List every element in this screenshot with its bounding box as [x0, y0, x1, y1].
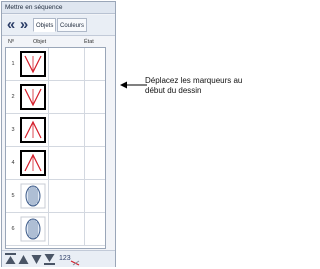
- double-chevron-left-icon[interactable]: «: [4, 16, 18, 33]
- satin-v-up-icon: [20, 150, 46, 176]
- row-state-cell: [84, 48, 105, 80]
- column-header-number: Nº: [8, 39, 14, 45]
- row-separator: [48, 213, 49, 245]
- sequence-list: 1 2 3 4 5 6: [5, 47, 106, 249]
- row-state-cell: [84, 213, 105, 245]
- tab-couleurs[interactable]: Couleurs: [57, 18, 88, 32]
- row-state-cell: [84, 180, 105, 212]
- row-number: 3: [11, 127, 15, 133]
- list-item[interactable]: 3: [6, 114, 105, 147]
- move-to-bottom-icon[interactable]: [44, 253, 55, 265]
- callout-arrow-icon: [120, 81, 147, 89]
- move-up-icon[interactable]: [18, 253, 29, 265]
- row-number: 1: [11, 61, 15, 67]
- column-headers: Nº Objet État: [2, 37, 115, 47]
- row-state-cell: [84, 81, 105, 113]
- row-number: 2: [11, 94, 15, 100]
- callout-text: Déplacez les marqueurs au début du dessi…: [145, 76, 243, 95]
- row-separator: [48, 180, 49, 212]
- bottom-toolbar: 123: [2, 250, 115, 267]
- list-item[interactable]: 4: [6, 147, 105, 180]
- satin-v-up-icon: [20, 117, 46, 143]
- list-item[interactable]: 1: [6, 48, 105, 81]
- row-number: 5: [11, 193, 15, 199]
- list-item[interactable]: 6: [6, 213, 105, 246]
- move-to-top-icon[interactable]: [5, 253, 16, 265]
- column-header-object: Objet: [33, 39, 47, 45]
- sequence-panel: Mettre en séquence « » Objets Couleurs N…: [1, 1, 116, 267]
- list-scrollbar[interactable]: [106, 47, 114, 247]
- list-item[interactable]: 2: [6, 81, 105, 114]
- row-state-cell: [84, 147, 105, 179]
- row-separator: [48, 147, 49, 179]
- satin-v-down-icon: [20, 84, 46, 110]
- fill-oval-icon: [20, 183, 46, 209]
- row-state-cell: [84, 114, 105, 146]
- column-header-state: État: [84, 39, 94, 45]
- renumber-icon[interactable]: 123: [59, 252, 81, 266]
- satin-v-down-icon: [20, 51, 46, 77]
- tab-objets[interactable]: Objets: [33, 18, 57, 32]
- move-down-icon[interactable]: [31, 253, 42, 265]
- svg-text:123: 123: [59, 255, 71, 262]
- list-item[interactable]: 5: [6, 180, 105, 213]
- double-chevron-right-icon[interactable]: »: [17, 16, 31, 33]
- row-separator: [48, 114, 49, 146]
- row-separator: [48, 48, 49, 80]
- panel-toolbar: « » Objets Couleurs: [2, 15, 115, 36]
- row-number: 6: [11, 226, 15, 232]
- fill-oval-icon: [20, 216, 46, 242]
- row-separator: [48, 81, 49, 113]
- row-number: 4: [11, 160, 15, 166]
- panel-title: Mettre en séquence: [2, 2, 115, 14]
